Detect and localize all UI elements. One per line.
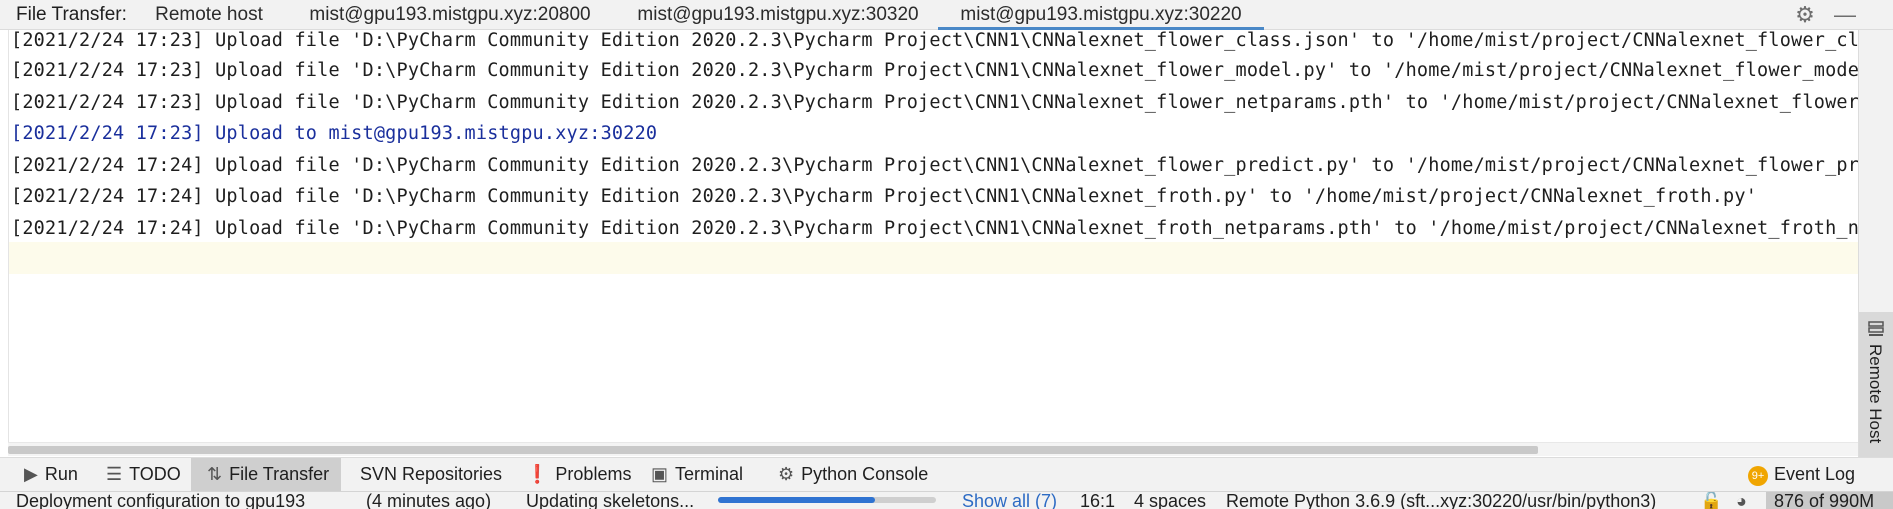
file-transfer-tool-button[interactable]: ⇅ File Transfer <box>191 458 341 491</box>
tab-host-30220[interactable]: mist@gpu193.mistgpu.xyz:30220 <box>938 0 1264 30</box>
file-transfer-tabbar: File Transfer: Remote host mist@gpu193.m… <box>0 0 1893 30</box>
python-console-tool-button[interactable]: ⚙ Python Console <box>778 458 928 491</box>
run-label: Run <box>44 464 78 484</box>
problems-icon: ❗ <box>526 464 549 484</box>
python-console-icon: ⚙ <box>778 464 795 484</box>
python-interpreter[interactable]: Remote Python 3.6.9 (sft...xyz:30220/usr… <box>1226 492 1656 509</box>
todo-label: TODO <box>129 464 181 484</box>
cursor-position[interactable]: 16:1 <box>1080 492 1115 509</box>
task-progress-fill <box>718 497 875 503</box>
log-line: [2021/2/24 17:24] Upload file 'D:\PyChar… <box>11 155 1859 176</box>
file-transfer-label: File Transfer: <box>16 4 127 25</box>
file-transfer-tool-label: File Transfer <box>229 464 330 484</box>
memory-indicator[interactable]: 876 of 990M <box>1766 492 1893 509</box>
file-transfer-icon: ⇅ <box>207 464 223 484</box>
transfer-log[interactable]: [2021/2/24 17:23] Upload file 'D:\PyChar… <box>8 30 1859 442</box>
run-tool-button[interactable]: ▶ Run <box>24 458 78 491</box>
lock-icon[interactable]: 🔓 <box>1700 492 1722 509</box>
todo-icon: ☰ <box>106 464 123 484</box>
problems-tool-button[interactable]: ❗ Problems <box>526 458 631 491</box>
log-line: [2021/2/24 17:24] Upload file 'D:\PyChar… <box>11 186 1758 207</box>
svn-repositories-tool-button[interactable]: SVN Repositories <box>360 458 502 491</box>
gear-icon[interactable]: ⚙ <box>1792 2 1818 28</box>
svn-repositories-label: SVN Repositories <box>360 464 503 484</box>
python-console-label: Python Console <box>801 464 929 484</box>
log-line-info: [2021/2/24 17:23] Upload to mist@gpu193.… <box>11 123 658 144</box>
status-time-ago: (4 minutes ago) <box>366 491 492 509</box>
status-message[interactable]: Deployment configuration to gpu193 <box>16 492 305 509</box>
status-task: Updating skeletons... <box>526 491 695 509</box>
log-line: [2021/2/24 17:23] Upload file 'D:\PyChar… <box>11 92 1859 113</box>
status-bar: Deployment configuration to gpu193 (4 mi… <box>0 491 1893 509</box>
todo-tool-button[interactable]: ☰ TODO <box>106 458 181 491</box>
horizontal-scrollbar[interactable] <box>8 442 1858 456</box>
task-progress-bar <box>718 497 936 503</box>
indent-setting[interactable]: 4 spaces <box>1134 492 1206 509</box>
event-log-button[interactable]: 9+ Event Log <box>1748 458 1855 491</box>
event-log-label: Event Log <box>1774 464 1856 484</box>
terminal-label: Terminal <box>675 464 744 484</box>
tool-window-bar: ▶ Run ☰ TODO ⇅ File Transfer SVN Repositori… <box>0 457 1893 491</box>
right-tool-strip: Remote Host <box>1858 30 1893 472</box>
remote-host-label: Remote Host <box>1866 344 1885 444</box>
minimize-icon[interactable]: — <box>1832 2 1858 28</box>
log-line: [2021/2/24 17:23] Upload file 'D:\PyChar… <box>11 30 1859 51</box>
scrollbar-thumb[interactable] <box>8 446 1538 454</box>
terminal-icon: ▣ <box>651 464 669 484</box>
run-icon: ▶ <box>24 464 38 484</box>
inspector-icon[interactable]: ◕ <box>1736 492 1747 509</box>
tab-host-20800[interactable]: mist@gpu193.mistgpu.xyz:20800 <box>290 0 610 29</box>
terminal-tool-button[interactable]: ▣ Terminal <box>651 458 743 491</box>
remote-host-icon <box>1868 321 1884 336</box>
remote-host-button[interactable]: Remote Host <box>1859 312 1893 472</box>
problems-label: Problems <box>555 464 632 484</box>
tab-remote-host[interactable]: Remote host <box>142 0 276 29</box>
log-line: [2021/2/24 17:23] Upload file 'D:\PyChar… <box>11 60 1859 81</box>
event-log-badge: 9+ <box>1748 466 1768 486</box>
tab-host-30320[interactable]: mist@gpu193.mistgpu.xyz:30320 <box>618 0 938 29</box>
show-all-link[interactable]: Show all (7) <box>962 492 1057 509</box>
current-line-highlight <box>9 242 1859 274</box>
log-line: [2021/2/24 17:24] Upload file 'D:\PyChar… <box>11 218 1859 239</box>
